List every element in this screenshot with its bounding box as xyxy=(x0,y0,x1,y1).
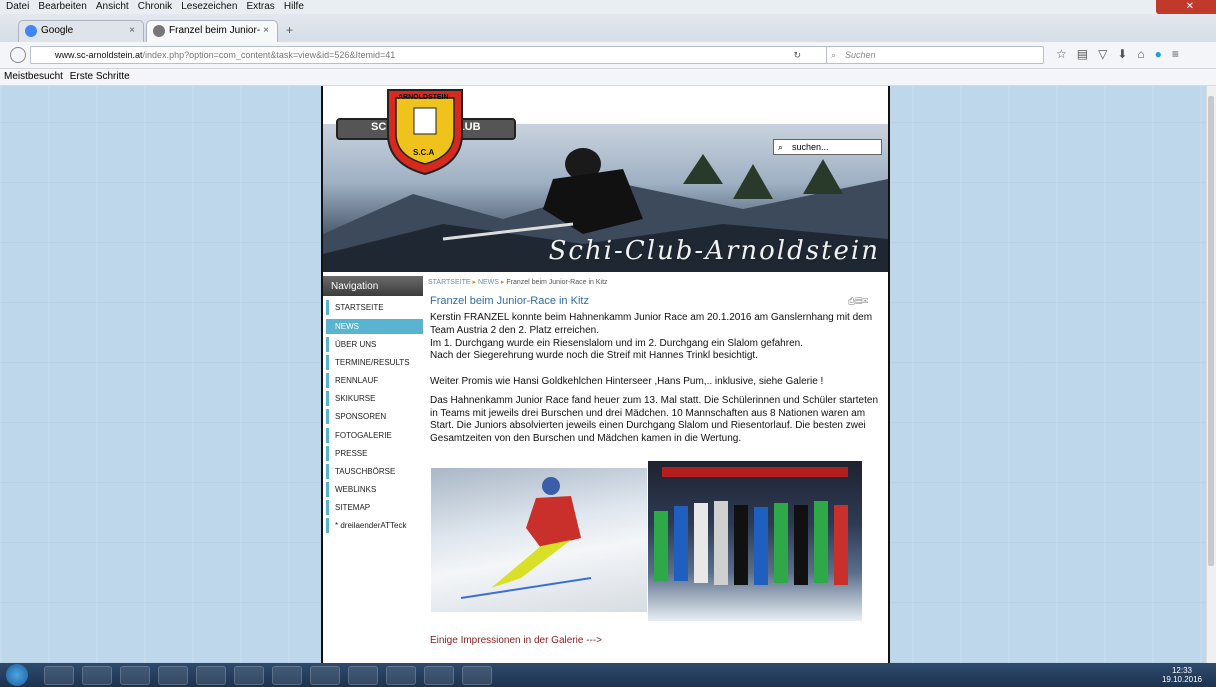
taskbar-u-icon[interactable] xyxy=(386,666,416,685)
window-close-button[interactable]: ✕ xyxy=(1156,0,1216,14)
url-path: /index.php?option=com_content&task=view&… xyxy=(142,50,396,60)
nav-item-news[interactable]: NEWS xyxy=(326,319,423,334)
nav-item-sitemap[interactable]: SITEMAP xyxy=(326,500,423,515)
nav-item-ueber-uns[interactable]: ÜBER UNS xyxy=(326,337,423,352)
taskbar-firefox-icon[interactable] xyxy=(82,666,112,685)
menu-history[interactable]: Chronik xyxy=(138,0,172,14)
taskbar-app-icon[interactable] xyxy=(348,666,378,685)
taskbar-shield-icon[interactable] xyxy=(462,666,492,685)
bookmark-erste-schritte[interactable]: Erste Schritte xyxy=(70,71,130,82)
back-button[interactable] xyxy=(10,47,26,63)
article-title: Franzel beim Junior-Race in Kitz xyxy=(430,295,589,307)
breadcrumb-news[interactable]: NEWS xyxy=(478,279,499,286)
nav-item-tauschboerse[interactable]: TAUSCHBÖRSE xyxy=(326,464,423,479)
breadcrumb-separator: ▸ xyxy=(472,279,476,286)
nav-header: Navigation xyxy=(323,276,423,296)
menu-view[interactable]: Ansicht xyxy=(96,0,129,14)
article-paragraph-2: Im 1. Durchgang wurde ein Riesenslalom u… xyxy=(430,338,803,349)
menu-edit[interactable]: Bearbeiten xyxy=(38,0,86,14)
email-icon[interactable]: ✉ xyxy=(862,296,868,306)
new-tab-button[interactable]: + xyxy=(286,23,293,37)
clock-date: 19.10.2016 xyxy=(1161,675,1202,684)
taskbar-outlook-icon[interactable] xyxy=(158,666,188,685)
skier-illustration xyxy=(460,477,592,599)
menu-bar: Datei Bearbeiten Ansicht Chronik Lesezei… xyxy=(0,0,1216,14)
menu-file[interactable]: Datei xyxy=(6,0,29,14)
breadcrumb-current: Franzel beim Junior-Race in Kitz xyxy=(506,279,608,286)
nav-item-sponsoren[interactable]: SPONSOREN xyxy=(326,409,423,424)
photo-skier-slalom[interactable] xyxy=(431,468,647,612)
home-icon[interactable]: ⌂ xyxy=(1137,47,1154,61)
logo-bottom-text: S.C.A xyxy=(413,148,435,157)
skype-icon[interactable]: ● xyxy=(1155,47,1172,61)
close-tab-icon[interactable]: × xyxy=(129,21,135,41)
article-paragraph-1: Kerstin FRANZEL konnte beim Hahnenkamm J… xyxy=(430,312,873,336)
close-tab-icon[interactable]: × xyxy=(263,21,269,41)
start-button[interactable] xyxy=(6,664,28,686)
nav-item-dreilaenderatteck[interactable]: * dreilaenderATTeck xyxy=(326,518,423,533)
taskbar-excel-icon[interactable] xyxy=(234,666,264,685)
taskbar-media-icon[interactable] xyxy=(120,666,150,685)
search-icon: ⌕ xyxy=(778,142,784,152)
menu-tools[interactable]: Extras xyxy=(246,0,274,14)
breadcrumb-separator: ▸ xyxy=(500,279,505,286)
address-bar[interactable]: www.sc-arnoldstein.at/index.php?option=c… xyxy=(30,46,830,64)
taskbar-ie-icon[interactable] xyxy=(44,666,74,685)
system-clock[interactable]: 12:33 19.10.2016 xyxy=(1162,666,1202,684)
taskbar-pen-icon[interactable] xyxy=(424,666,454,685)
site-search-placeholder: suchen... xyxy=(792,142,829,152)
menu-help[interactable]: Hilfe xyxy=(284,0,304,14)
hamburger-menu-icon[interactable]: ≡ xyxy=(1172,47,1189,61)
site-search-input[interactable]: ⌕ suchen... xyxy=(773,139,882,155)
nav-item-rennlauf[interactable]: RENNLAUF xyxy=(326,373,423,388)
article-paragraph-4: Weiter Promis wie Hansi Goldkehlchen Hin… xyxy=(430,376,824,387)
search-placeholder: Suchen xyxy=(845,50,876,60)
nav-item-weblinks[interactable]: WEBLINKS xyxy=(326,482,423,497)
team-illustration xyxy=(654,501,848,585)
google-icon xyxy=(25,25,37,37)
site-favicon-icon xyxy=(153,25,165,37)
nav-item-presse[interactable]: PRESSE xyxy=(326,446,423,461)
breadcrumb: STARTSEITE ▸ NEWS ▸ Franzel beim Junior-… xyxy=(428,278,608,286)
tab-franzel[interactable]: Franzel beim Junior-Race i... × xyxy=(146,20,278,56)
close-icon: ✕ xyxy=(1185,1,1194,12)
article-paragraph-3: Nach der Siegerehrung wurde noch die Str… xyxy=(430,350,758,361)
taskbar-skype-icon[interactable] xyxy=(310,666,340,685)
clock-time: 12:33 xyxy=(1171,666,1192,675)
banner-title: Schi-Club-Arnoldstein xyxy=(548,236,880,266)
logo-top-text: ARNOLDSTEIN xyxy=(398,94,449,101)
browser-search-input[interactable]: ⌕ Suchen xyxy=(826,46,1044,64)
nav-item-startseite[interactable]: STARTSEITE xyxy=(326,300,423,315)
article-icons: ⎙▤✉ xyxy=(848,296,868,307)
bookmark-meistbesucht[interactable]: Meistbesucht xyxy=(4,71,63,82)
nav-item-fotogalerie[interactable]: FOTOGALERIE xyxy=(326,428,423,443)
nav-item-skikurse[interactable]: SKIKURSE xyxy=(326,391,423,406)
url-host: www.sc-arnoldstein.at xyxy=(55,50,143,60)
menu-bookmarks[interactable]: Lesezeichen xyxy=(181,0,237,14)
taskbar-explorer-icon[interactable] xyxy=(272,666,302,685)
library-icon[interactable]: ▤ xyxy=(1077,47,1098,61)
toolbar-icons: ☆▤▽⬇⌂●≡ xyxy=(1056,47,1189,61)
tab-google[interactable]: Google × xyxy=(18,20,144,42)
photo-team-group[interactable] xyxy=(648,461,862,621)
bookmarks-toolbar: Meistbesucht Erste Schritte xyxy=(0,69,1216,86)
taskbar-word-icon[interactable] xyxy=(196,666,226,685)
tab-bar: Google × Franzel beim Junior-Race i... ×… xyxy=(0,14,1216,56)
article-paragraph-5: Das Hahnenkamm Junior Race fand heuer zu… xyxy=(430,395,879,444)
pocket-icon[interactable]: ▽ xyxy=(1098,47,1117,61)
reload-icon[interactable]: ↻ xyxy=(793,47,801,63)
download-icon[interactable]: ⬇ xyxy=(1117,47,1137,61)
search-icon: ⌕ xyxy=(831,50,837,60)
star-icon[interactable]: ☆ xyxy=(1056,47,1077,61)
breadcrumb-home[interactable]: STARTSEITE xyxy=(428,279,471,286)
scrollbar-thumb[interactable] xyxy=(1208,96,1214,566)
tab-label: Google xyxy=(41,25,74,36)
gallery-link[interactable]: Einige Impressionen in der Galerie ---> xyxy=(430,635,602,646)
nav-item-termine-results[interactable]: TERMINE/RESULTS xyxy=(326,355,423,370)
